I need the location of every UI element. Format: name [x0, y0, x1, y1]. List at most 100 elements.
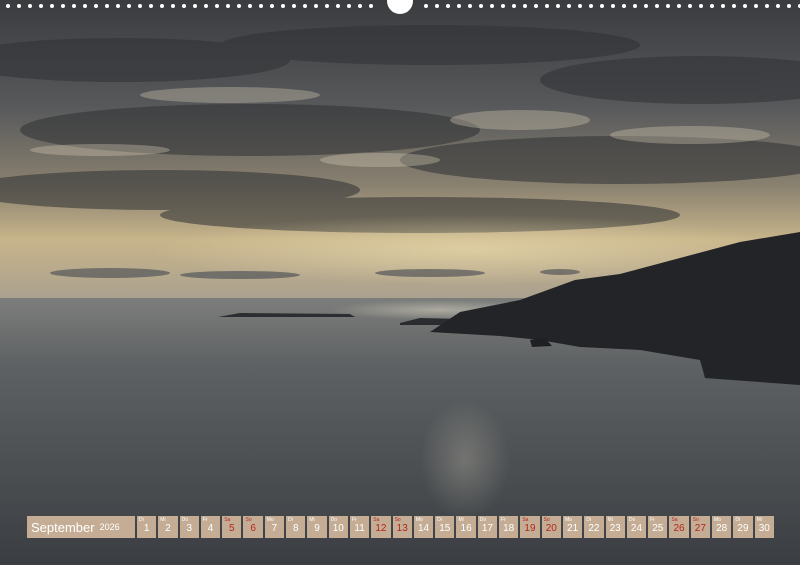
- binding-hole-icon: [633, 4, 637, 8]
- binding-hole-icon: [534, 4, 538, 8]
- seascape-photo: [0, 0, 800, 565]
- binding-hole-icon: [193, 4, 197, 8]
- day-number: 6: [250, 523, 256, 534]
- binding-hole-icon: [248, 4, 252, 8]
- day-number: 12: [375, 523, 387, 534]
- binding-hole-icon: [754, 4, 758, 8]
- day-cell: Sa 12: [371, 516, 391, 538]
- month-label-cell: September 2026: [27, 516, 135, 538]
- day-number: 23: [609, 523, 621, 534]
- day-cell: Fr 25: [648, 516, 668, 538]
- day-number: 15: [439, 523, 451, 534]
- day-number: 18: [503, 523, 515, 534]
- day-number: 3: [186, 523, 193, 534]
- day-cell: Do 24: [626, 516, 647, 538]
- day-cell: Di 1: [137, 516, 157, 538]
- day-number: 13: [396, 523, 408, 534]
- binding-hole-icon: [270, 4, 274, 8]
- binding-hole-icon: [512, 4, 516, 8]
- day-number: 4: [207, 523, 214, 534]
- day-cell: So 13: [392, 516, 412, 538]
- day-number: 24: [630, 523, 643, 534]
- day-number: 10: [332, 523, 344, 534]
- day-number: 28: [716, 523, 728, 534]
- day-cell: Mo 7: [264, 516, 285, 538]
- binding-hole-icon: [105, 4, 109, 8]
- day-cell: Mo 14: [413, 516, 434, 538]
- day-cell: Fr 11: [349, 516, 370, 538]
- day-number: 29: [737, 523, 749, 534]
- binding-hole-icon: [655, 4, 659, 8]
- binding-hole-icon: [39, 4, 43, 8]
- binding-hole-icon: [721, 4, 725, 8]
- binding-hole-icon: [776, 4, 780, 8]
- binding-hole-icon: [468, 4, 472, 8]
- binding-hole-icon: [116, 4, 120, 8]
- binding-hole-icon: [314, 4, 318, 8]
- binding-hole-icon: [127, 4, 131, 8]
- binding-hole-icon: [644, 4, 648, 8]
- binding-hole-icon: [589, 4, 593, 8]
- binding-hole-icon: [457, 4, 461, 8]
- day-cell: Di 15: [435, 516, 455, 538]
- binding-hole-icon: [182, 4, 186, 8]
- binding-hole-icon: [787, 4, 791, 8]
- day-number: 27: [694, 523, 706, 534]
- month-name: September: [31, 519, 95, 535]
- binding-hole-icon: [281, 4, 285, 8]
- binding-hole-icon: [149, 4, 153, 8]
- day-cell: So 20: [541, 516, 561, 538]
- binding-hole-icon: [743, 4, 747, 8]
- binding-hole-icon: [765, 4, 769, 8]
- year-label: 2026: [99, 522, 120, 532]
- day-number: 26: [673, 523, 685, 534]
- day-number: 7: [271, 523, 278, 534]
- day-cell: Sa 26: [669, 516, 689, 538]
- binding-hole-icon: [556, 4, 560, 8]
- day-cells: Di 1 Mi 2 Do 3 Fr 4 Sa 5 So 6 Mo 7 Di 8 Mi 9 Do 10 Fr 11 Sa 12 S…: [137, 516, 774, 538]
- binding-hole-icon: [435, 4, 439, 8]
- day-cell: Mi 2: [158, 516, 178, 538]
- day-cell: Di 29: [733, 516, 753, 538]
- day-number: 1: [143, 523, 150, 534]
- day-cell: So 27: [690, 516, 711, 538]
- day-number: 14: [417, 523, 430, 534]
- day-cell: Mi 23: [605, 516, 625, 538]
- binding-hole-icon: [6, 4, 10, 8]
- binding-hole-icon: [523, 4, 527, 8]
- binding-hole-icon: [237, 4, 241, 8]
- binding-hole-icon: [611, 4, 615, 8]
- binding-hole-icon: [347, 4, 351, 8]
- binding-hole-icon: [710, 4, 714, 8]
- binding-hole-icon: [292, 4, 296, 8]
- day-number: 25: [652, 523, 664, 534]
- day-number: 30: [758, 523, 770, 534]
- day-number: 8: [292, 523, 299, 534]
- binding-hole-icon: [72, 4, 76, 8]
- day-number: 5: [229, 523, 235, 534]
- binding-hole-icon: [83, 4, 87, 8]
- binding-hole-icon: [578, 4, 582, 8]
- binding-hole-icon: [303, 4, 307, 8]
- binding-hole-icon: [160, 4, 164, 8]
- day-cell: Mi 9: [307, 516, 327, 538]
- binding-hole-icon: [204, 4, 208, 8]
- day-number: 17: [481, 523, 493, 534]
- binding-hole-icon: [545, 4, 549, 8]
- day-number: 9: [314, 523, 320, 534]
- day-number: 20: [545, 523, 557, 534]
- day-number: 16: [460, 523, 472, 534]
- day-number: 19: [524, 523, 536, 534]
- day-cell: So 6: [243, 516, 263, 538]
- day-number: 22: [588, 523, 600, 534]
- binding-hole-icon: [600, 4, 604, 8]
- binding-hole-icon: [61, 4, 65, 8]
- binding-hole-icon: [171, 4, 175, 8]
- day-cell: Mi 16: [456, 516, 476, 538]
- binding-hole-icon: [567, 4, 571, 8]
- day-cell: Di 22: [584, 516, 604, 538]
- binding-hole-icon: [138, 4, 142, 8]
- day-cell: Fr 18: [499, 516, 519, 538]
- binding-hole-icon: [336, 4, 340, 8]
- binding-hole-icon: [94, 4, 98, 8]
